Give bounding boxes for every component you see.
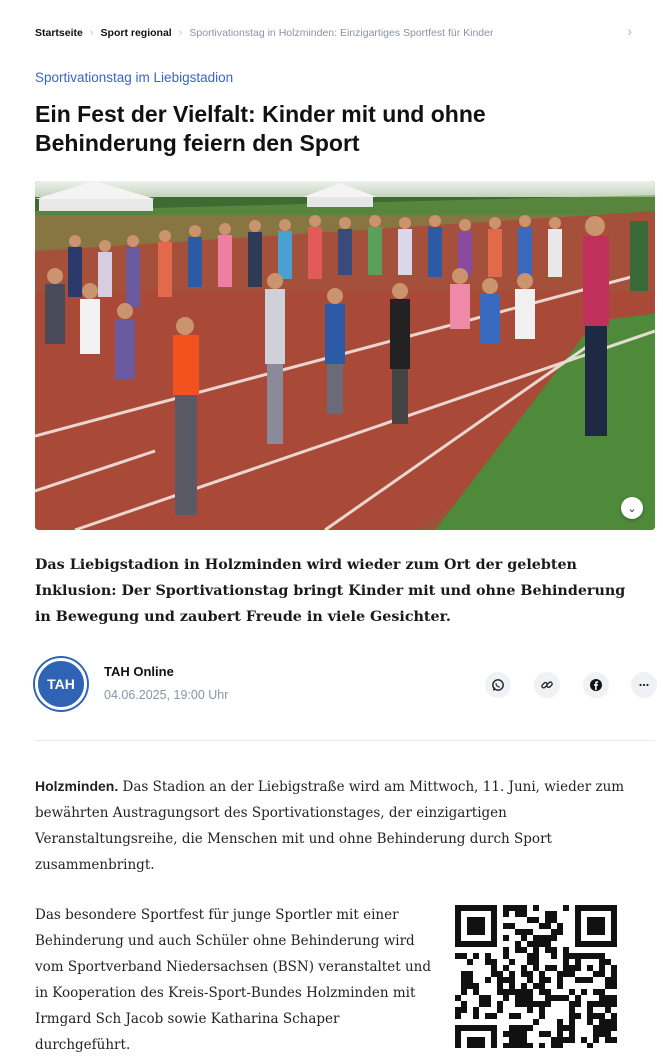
breadcrumb-current: Sportivationstag in Holzminden: Einzigar… — [189, 27, 494, 39]
breadcrumb-home[interactable]: Startseite — [35, 27, 83, 39]
qr-code-graphic — [451, 901, 623, 1048]
breadcrumb: Startseite › Sport regional › Sportivati… — [35, 23, 640, 43]
author-name[interactable]: TAH Online — [104, 664, 174, 679]
breadcrumb-sport-regional[interactable]: Sport regional — [101, 27, 172, 39]
chevron-down-icon[interactable]: ⌄ — [621, 497, 643, 519]
breadcrumb-separator: › — [89, 27, 94, 39]
hero-image[interactable]: ⌄ — [35, 181, 655, 530]
article-paragraph: Das besondere Sportfest für junge Sportl… — [35, 907, 431, 1053]
article-teaser: Das Liebigstadion in Holzminden wird wie… — [35, 557, 626, 625]
publish-date: 04.06.2025, 19:00 Uhr — [104, 688, 229, 702]
article-page: Startseite › Sport regional › Sportivati… — [0, 0, 663, 1053]
article-paragraph: Holzminden. Das Stadion an der Liebigstr… — [35, 773, 645, 878]
divider — [35, 740, 655, 741]
chevron-right-icon[interactable]: › — [627, 23, 632, 39]
whatsapp-icon[interactable] — [485, 672, 511, 698]
avatar[interactable]: TAH — [35, 658, 87, 710]
dateline: Holzminden. — [35, 778, 119, 794]
paragraph-text: Das Stadion an der Liebigstraße wird am … — [35, 779, 625, 873]
article-kicker[interactable]: Sportivationstag im Liebigstadion — [35, 70, 233, 85]
link-icon[interactable] — [534, 672, 560, 698]
more-icon[interactable] — [631, 672, 657, 698]
article-headline: Ein Fest der Vielfalt: Kinder mit und oh… — [35, 101, 486, 156]
breadcrumb-separator: › — [178, 27, 183, 39]
facebook-icon[interactable] — [583, 672, 609, 698]
qr-code — [451, 901, 623, 1048]
author-row: TAH TAH Online 04.06.2025, 19:00 Uhr — [35, 656, 657, 716]
hero-photo-illustration — [35, 181, 655, 530]
